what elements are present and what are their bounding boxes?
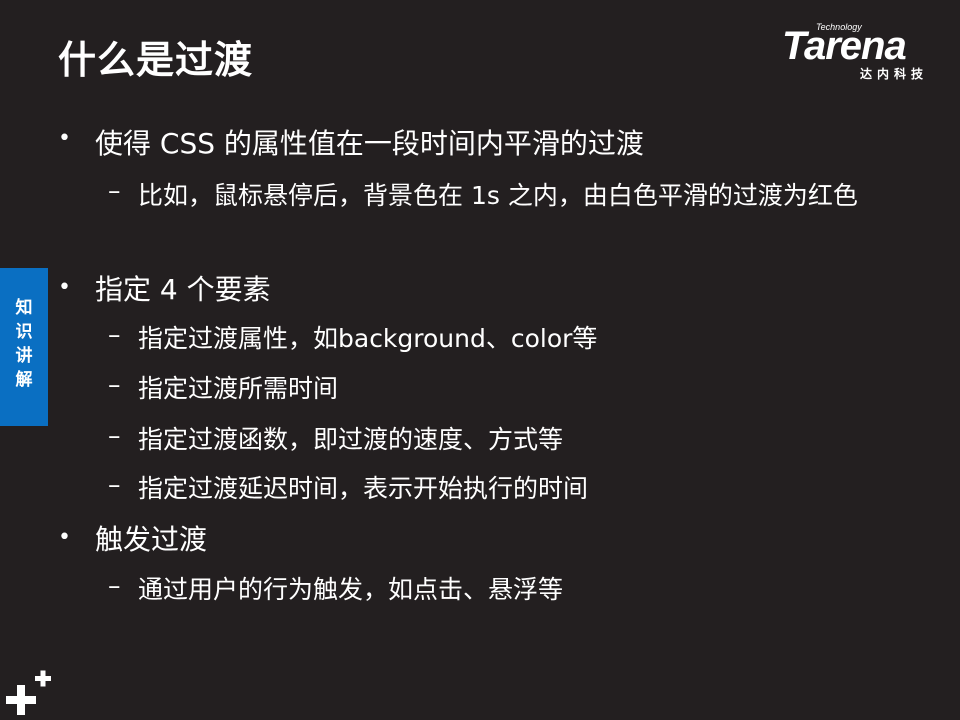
dash-icon: – — [108, 176, 121, 205]
dash-icon: – — [108, 320, 121, 349]
bullet-icon: • — [58, 525, 71, 550]
sub-point: 指定过渡所需时间 — [138, 374, 339, 403]
bullet-icon: • — [58, 126, 71, 151]
sub-point: 指定过渡函数，即过渡的速度、方式等 — [138, 425, 564, 454]
dash-icon: – — [108, 470, 121, 499]
bullet-point: 触发过渡 — [95, 523, 208, 556]
sub-point: 指定过渡属性，如background、color等 — [138, 324, 598, 353]
sub-point: 比如，鼠标悬停后，背景色在 1s 之内，由白色平滑的过渡为红色 — [138, 181, 858, 210]
bullet-point: 指定 4 个要素 — [95, 273, 271, 306]
plus-decoration-icon — [6, 670, 51, 715]
bullet-point: 使得 CSS 的属性值在一段时间内平滑的过渡 — [95, 127, 644, 160]
bullet-icon: • — [58, 275, 71, 300]
sub-point: 指定过渡延迟时间，表示开始执行的时间 — [138, 474, 589, 503]
dash-icon: – — [108, 571, 121, 600]
dash-icon: – — [108, 370, 121, 399]
dash-icon: – — [108, 421, 121, 450]
sub-point: 通过用户的行为触发，如点击、悬浮等 — [138, 575, 564, 604]
bullet-list: • 使得 CSS 的属性值在一段时间内平滑的过渡 – 比如，鼠标悬停后，背景色在… — [0, 0, 960, 720]
